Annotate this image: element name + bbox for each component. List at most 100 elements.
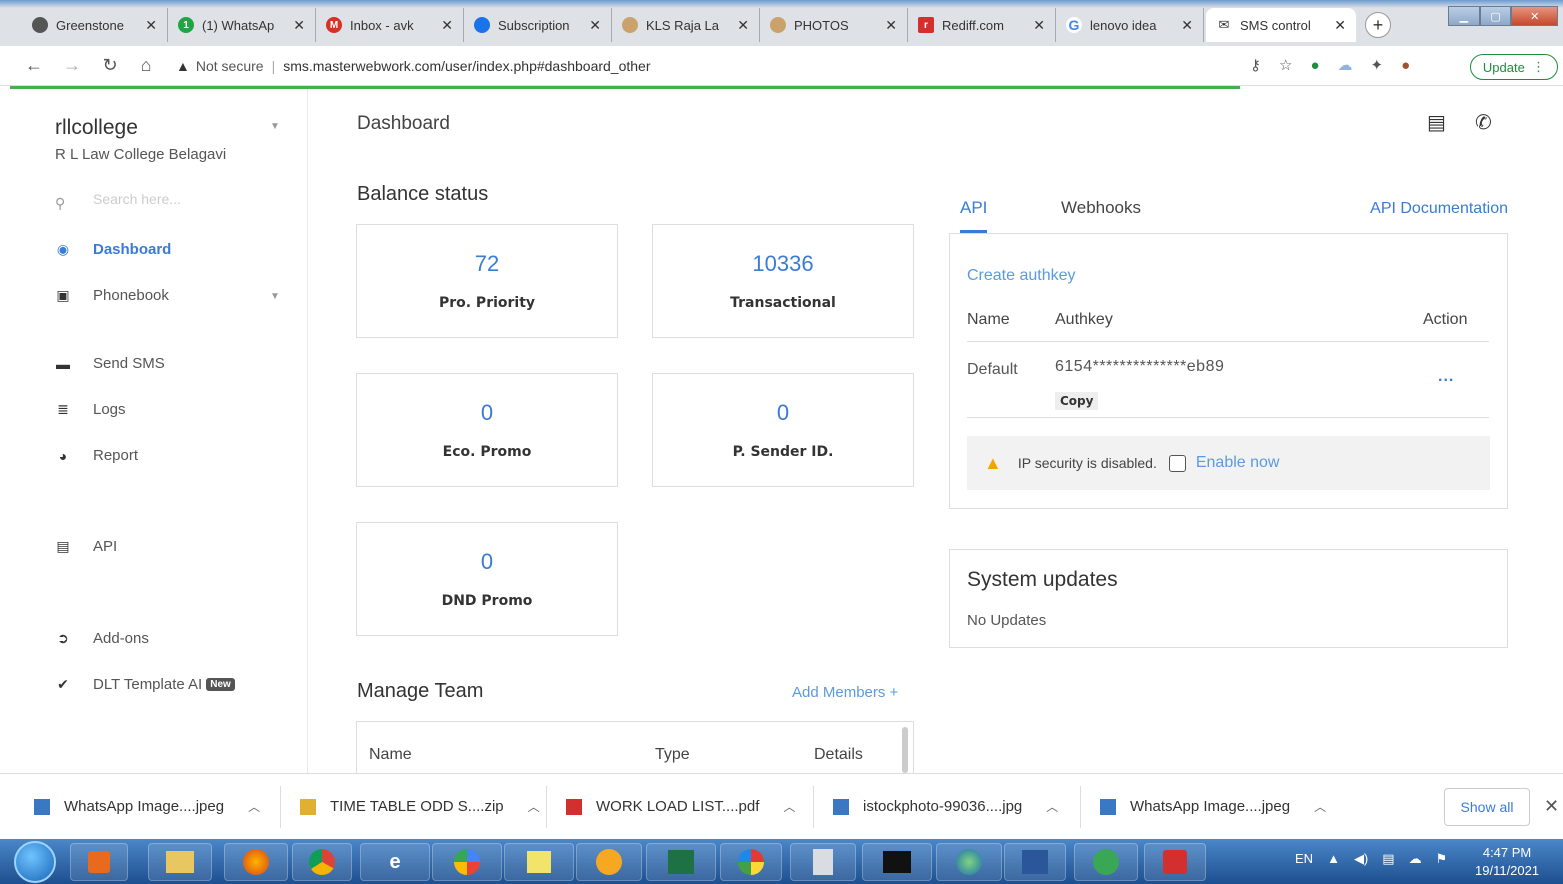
- enable-now-link[interactable]: Enable now: [1196, 454, 1280, 472]
- network-globe-icon[interactable]: [936, 843, 1002, 881]
- outlook-app-icon[interactable]: [70, 843, 128, 881]
- browser-tab[interactable]: PHOTOS ✕: [760, 8, 908, 42]
- browser-tab[interactable]: r Rediff.com ✕: [908, 8, 1056, 42]
- bookmark-star-icon[interactable]: ☆: [1279, 56, 1292, 74]
- puzzle-icon[interactable]: ✦: [1371, 56, 1384, 74]
- firefox-icon[interactable]: [224, 843, 288, 881]
- cloud-icon[interactable]: ☁: [1409, 851, 1422, 867]
- notes-icon[interactable]: ▤: [1427, 110, 1446, 135]
- create-authkey-link[interactable]: Create authkey: [967, 267, 1076, 285]
- download-item[interactable]: WORK LOAD LIST....pdf ︿: [566, 798, 795, 815]
- download-item[interactable]: WhatsApp Image....jpeg ︿: [34, 798, 260, 815]
- add-members-link[interactable]: Add Members +: [792, 684, 898, 701]
- enable-ip-checkbox[interactable]: [1168, 454, 1186, 472]
- command-prompt-icon[interactable]: [862, 843, 932, 881]
- tray-expand-icon[interactable]: ▲: [1327, 851, 1340, 867]
- download-filename: istockphoto-99036....jpg: [863, 798, 1023, 815]
- account-caret-icon[interactable]: ▼: [270, 121, 280, 132]
- cloud-extension-icon[interactable]: ☁: [1338, 56, 1353, 74]
- tab-close-icon[interactable]: ✕: [885, 17, 897, 34]
- sidebar-item-dashboard[interactable]: ◉ Dashboard: [55, 241, 171, 258]
- volume-icon[interactable]: ◀): [1354, 851, 1368, 867]
- search-input[interactable]: [93, 191, 283, 207]
- browser-tab[interactable]: KLS Raja La ✕: [612, 8, 760, 42]
- more-actions-icon[interactable]: ...: [1438, 368, 1454, 386]
- phonebook-caret-icon[interactable]: ▼: [270, 291, 280, 302]
- close-icon[interactable]: ✕: [1544, 796, 1559, 817]
- download-item[interactable]: WhatsApp Image....jpeg ︿: [1100, 798, 1326, 815]
- word-icon[interactable]: [1004, 843, 1066, 881]
- window-close-button[interactable]: ✕: [1511, 6, 1559, 26]
- home-icon[interactable]: ⌂: [132, 55, 160, 76]
- api-documentation-link[interactable]: API Documentation: [1370, 200, 1508, 218]
- account-name[interactable]: rllcollege: [55, 116, 138, 140]
- language-indicator[interactable]: EN: [1295, 851, 1313, 867]
- sidebar-item-phonebook[interactable]: ▣ Phonebook: [55, 287, 169, 304]
- chevron-up-icon[interactable]: ︿: [248, 798, 260, 815]
- download-item[interactable]: TIME TABLE ODD S....zip ︿: [300, 798, 540, 815]
- browser-tab[interactable]: M Inbox - avk ✕: [316, 8, 464, 42]
- browser-tab-active[interactable]: ✉ SMS control ✕: [1206, 8, 1356, 42]
- tab-close-icon[interactable]: ✕: [1033, 17, 1045, 34]
- new-tab-button[interactable]: +: [1365, 12, 1391, 38]
- tab-close-icon[interactable]: ✕: [145, 17, 157, 34]
- internet-explorer-icon[interactable]: e: [360, 843, 430, 881]
- tab-close-icon[interactable]: ✕: [589, 17, 601, 34]
- maximize-button[interactable]: ▢: [1479, 6, 1512, 26]
- forward-icon[interactable]: →: [58, 55, 86, 76]
- system-updates-title: System updates: [967, 568, 1118, 591]
- tab-webhooks[interactable]: Webhooks: [1061, 198, 1141, 218]
- chevron-up-icon[interactable]: ︿: [528, 798, 540, 815]
- chevron-up-icon[interactable]: ︿: [1046, 798, 1058, 815]
- ccleaner-icon[interactable]: [1074, 843, 1138, 881]
- minimize-button[interactable]: ▁: [1448, 6, 1480, 26]
- tab-close-icon[interactable]: ✕: [1181, 17, 1193, 34]
- sticky-notes-icon[interactable]: [504, 843, 574, 881]
- taskbar-clock[interactable]: 4:47 PM 19/11/2021: [1475, 844, 1539, 880]
- tab-close-icon[interactable]: ✕: [737, 17, 749, 34]
- sidebar-item-report[interactable]: ◕ Report: [55, 447, 138, 464]
- browser-tab[interactable]: G lenovo idea ✕: [1056, 8, 1204, 42]
- profile-avatar-icon[interactable]: ●: [1401, 57, 1410, 74]
- balance-label: P. Sender ID.: [732, 444, 834, 460]
- browser-tab[interactable]: Subscription ✕: [464, 8, 612, 42]
- sidebar-item-logs[interactable]: ≣ Logs: [55, 401, 126, 418]
- calculator-icon[interactable]: [790, 843, 856, 881]
- network-icon[interactable]: ▤: [1382, 851, 1394, 867]
- file-explorer-icon[interactable]: [148, 843, 212, 881]
- chrome-icon[interactable]: [292, 843, 352, 881]
- flag-icon[interactable]: ⚑: [1436, 851, 1448, 867]
- tab-close-icon[interactable]: ✕: [293, 17, 305, 34]
- chevron-up-icon[interactable]: ︿: [783, 798, 795, 815]
- sidebar-item-add-ons[interactable]: ➲ Add-ons: [55, 630, 149, 647]
- tab-close-icon[interactable]: ✕: [441, 17, 453, 34]
- chevron-up-icon[interactable]: ︿: [1314, 798, 1326, 815]
- show-all-button[interactable]: Show all: [1444, 788, 1530, 826]
- pie-chart-icon: ◕: [58, 447, 68, 464]
- browser-tab[interactable]: 1 (1) WhatsAp ✕: [168, 8, 316, 42]
- acrobat-icon[interactable]: [1144, 843, 1206, 881]
- team-table-scrollbar[interactable]: [902, 727, 908, 773]
- sidebar-item-api[interactable]: ▤ API: [55, 538, 117, 555]
- back-icon[interactable]: ←: [20, 55, 48, 76]
- phone-icon[interactable]: ✆: [1475, 110, 1492, 135]
- google-app-icon[interactable]: [432, 843, 502, 881]
- reload-icon[interactable]: ↻: [96, 55, 124, 76]
- update-button[interactable]: Update ⋮: [1470, 54, 1558, 80]
- balance-value: 72: [474, 251, 500, 276]
- check-extension-icon[interactable]: ●: [1310, 57, 1319, 74]
- sidebar-item-send-sms[interactable]: ▬ Send SMS: [55, 355, 165, 372]
- tab-api[interactable]: API: [960, 198, 988, 233]
- download-item[interactable]: istockphoto-99036....jpg ︿: [833, 798, 1058, 815]
- key-icon[interactable]: ⚷: [1250, 56, 1261, 74]
- app-icon[interactable]: [576, 843, 642, 881]
- address-bar[interactable]: ▲ Not secure | sms.masterwebwork.com/use…: [176, 54, 651, 78]
- copy-button[interactable]: Copy: [1055, 392, 1099, 410]
- sidebar-item-label: Logs: [93, 401, 126, 418]
- excel-icon[interactable]: [646, 843, 716, 881]
- start-button[interactable]: [14, 841, 56, 883]
- picasa-icon[interactable]: [720, 843, 782, 881]
- tab-close-icon[interactable]: ✕: [1334, 17, 1346, 34]
- sidebar-item-dlt-template[interactable]: ✔ DLT Template AI New: [55, 676, 235, 693]
- browser-tab[interactable]: Greenstone ✕: [22, 8, 168, 42]
